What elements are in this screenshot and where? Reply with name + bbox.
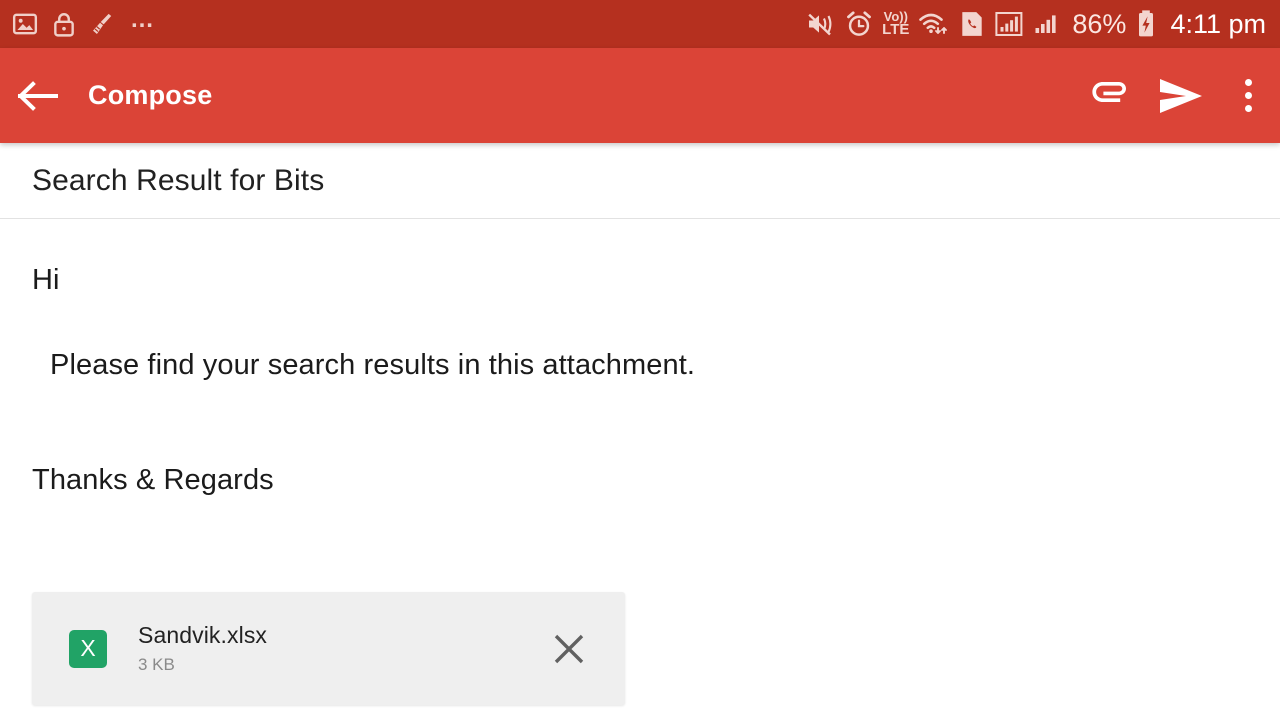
remove-attachment-button[interactable]	[543, 623, 595, 675]
battery-charging-icon	[1135, 9, 1157, 39]
lock-icon	[52, 11, 76, 37]
mute-vibrate-icon	[806, 10, 836, 38]
status-bar: … Vo)) LTE 86% 4:11 pm	[0, 0, 1280, 48]
attachment-file-size: 3 KB	[138, 655, 175, 674]
body-greeting: Hi	[32, 264, 60, 296]
app-bar: Compose	[0, 48, 1280, 143]
attachment-details: Sandvik.xlsx 3 KB	[138, 622, 267, 675]
attachment-chip[interactable]: X Sandvik.xlsx 3 KB	[32, 592, 625, 705]
body-sentence: Please find your search results in this …	[50, 349, 696, 381]
attach-button[interactable]	[1076, 48, 1146, 143]
subject-row[interactable]: Search Result for Bits	[0, 143, 1280, 219]
overflow-button[interactable]	[1216, 48, 1280, 143]
clock-label: 4:11 pm	[1170, 8, 1266, 39]
signal-sim1-icon	[994, 10, 1024, 38]
body-signature: Thanks & Regards	[32, 464, 274, 496]
battery-percent-label: 86%	[1072, 8, 1127, 39]
compose-screen: … Vo)) LTE 86% 4:11 pm Compose Search Re…	[0, 0, 1280, 720]
body-input[interactable]: Hi Please find your search results in th…	[0, 220, 1280, 580]
subject-input[interactable]: Search Result for Bits	[0, 164, 324, 198]
volte-icon: Vo)) LTE	[882, 8, 910, 39]
phone-sim-icon	[959, 10, 985, 38]
signal-sim2-icon	[1033, 10, 1061, 38]
broom-icon	[90, 11, 116, 37]
attachment-file-name: Sandvik.xlsx	[138, 622, 268, 648]
image-icon	[12, 11, 38, 37]
status-bar-right-icons: Vo)) LTE 86% 4:11 pm	[806, 9, 1266, 40]
app-bar-actions	[1076, 48, 1280, 143]
send-button[interactable]	[1146, 48, 1216, 143]
alarm-icon	[845, 10, 873, 38]
status-bar-left-icons: …	[12, 6, 156, 37]
wifi-icon	[918, 11, 950, 37]
more-notifications-icon: …	[130, 6, 156, 33]
kebab-icon	[1244, 79, 1252, 112]
page-title: Compose	[88, 80, 213, 110]
excel-file-icon: X	[69, 629, 107, 668]
back-button[interactable]	[0, 48, 76, 143]
